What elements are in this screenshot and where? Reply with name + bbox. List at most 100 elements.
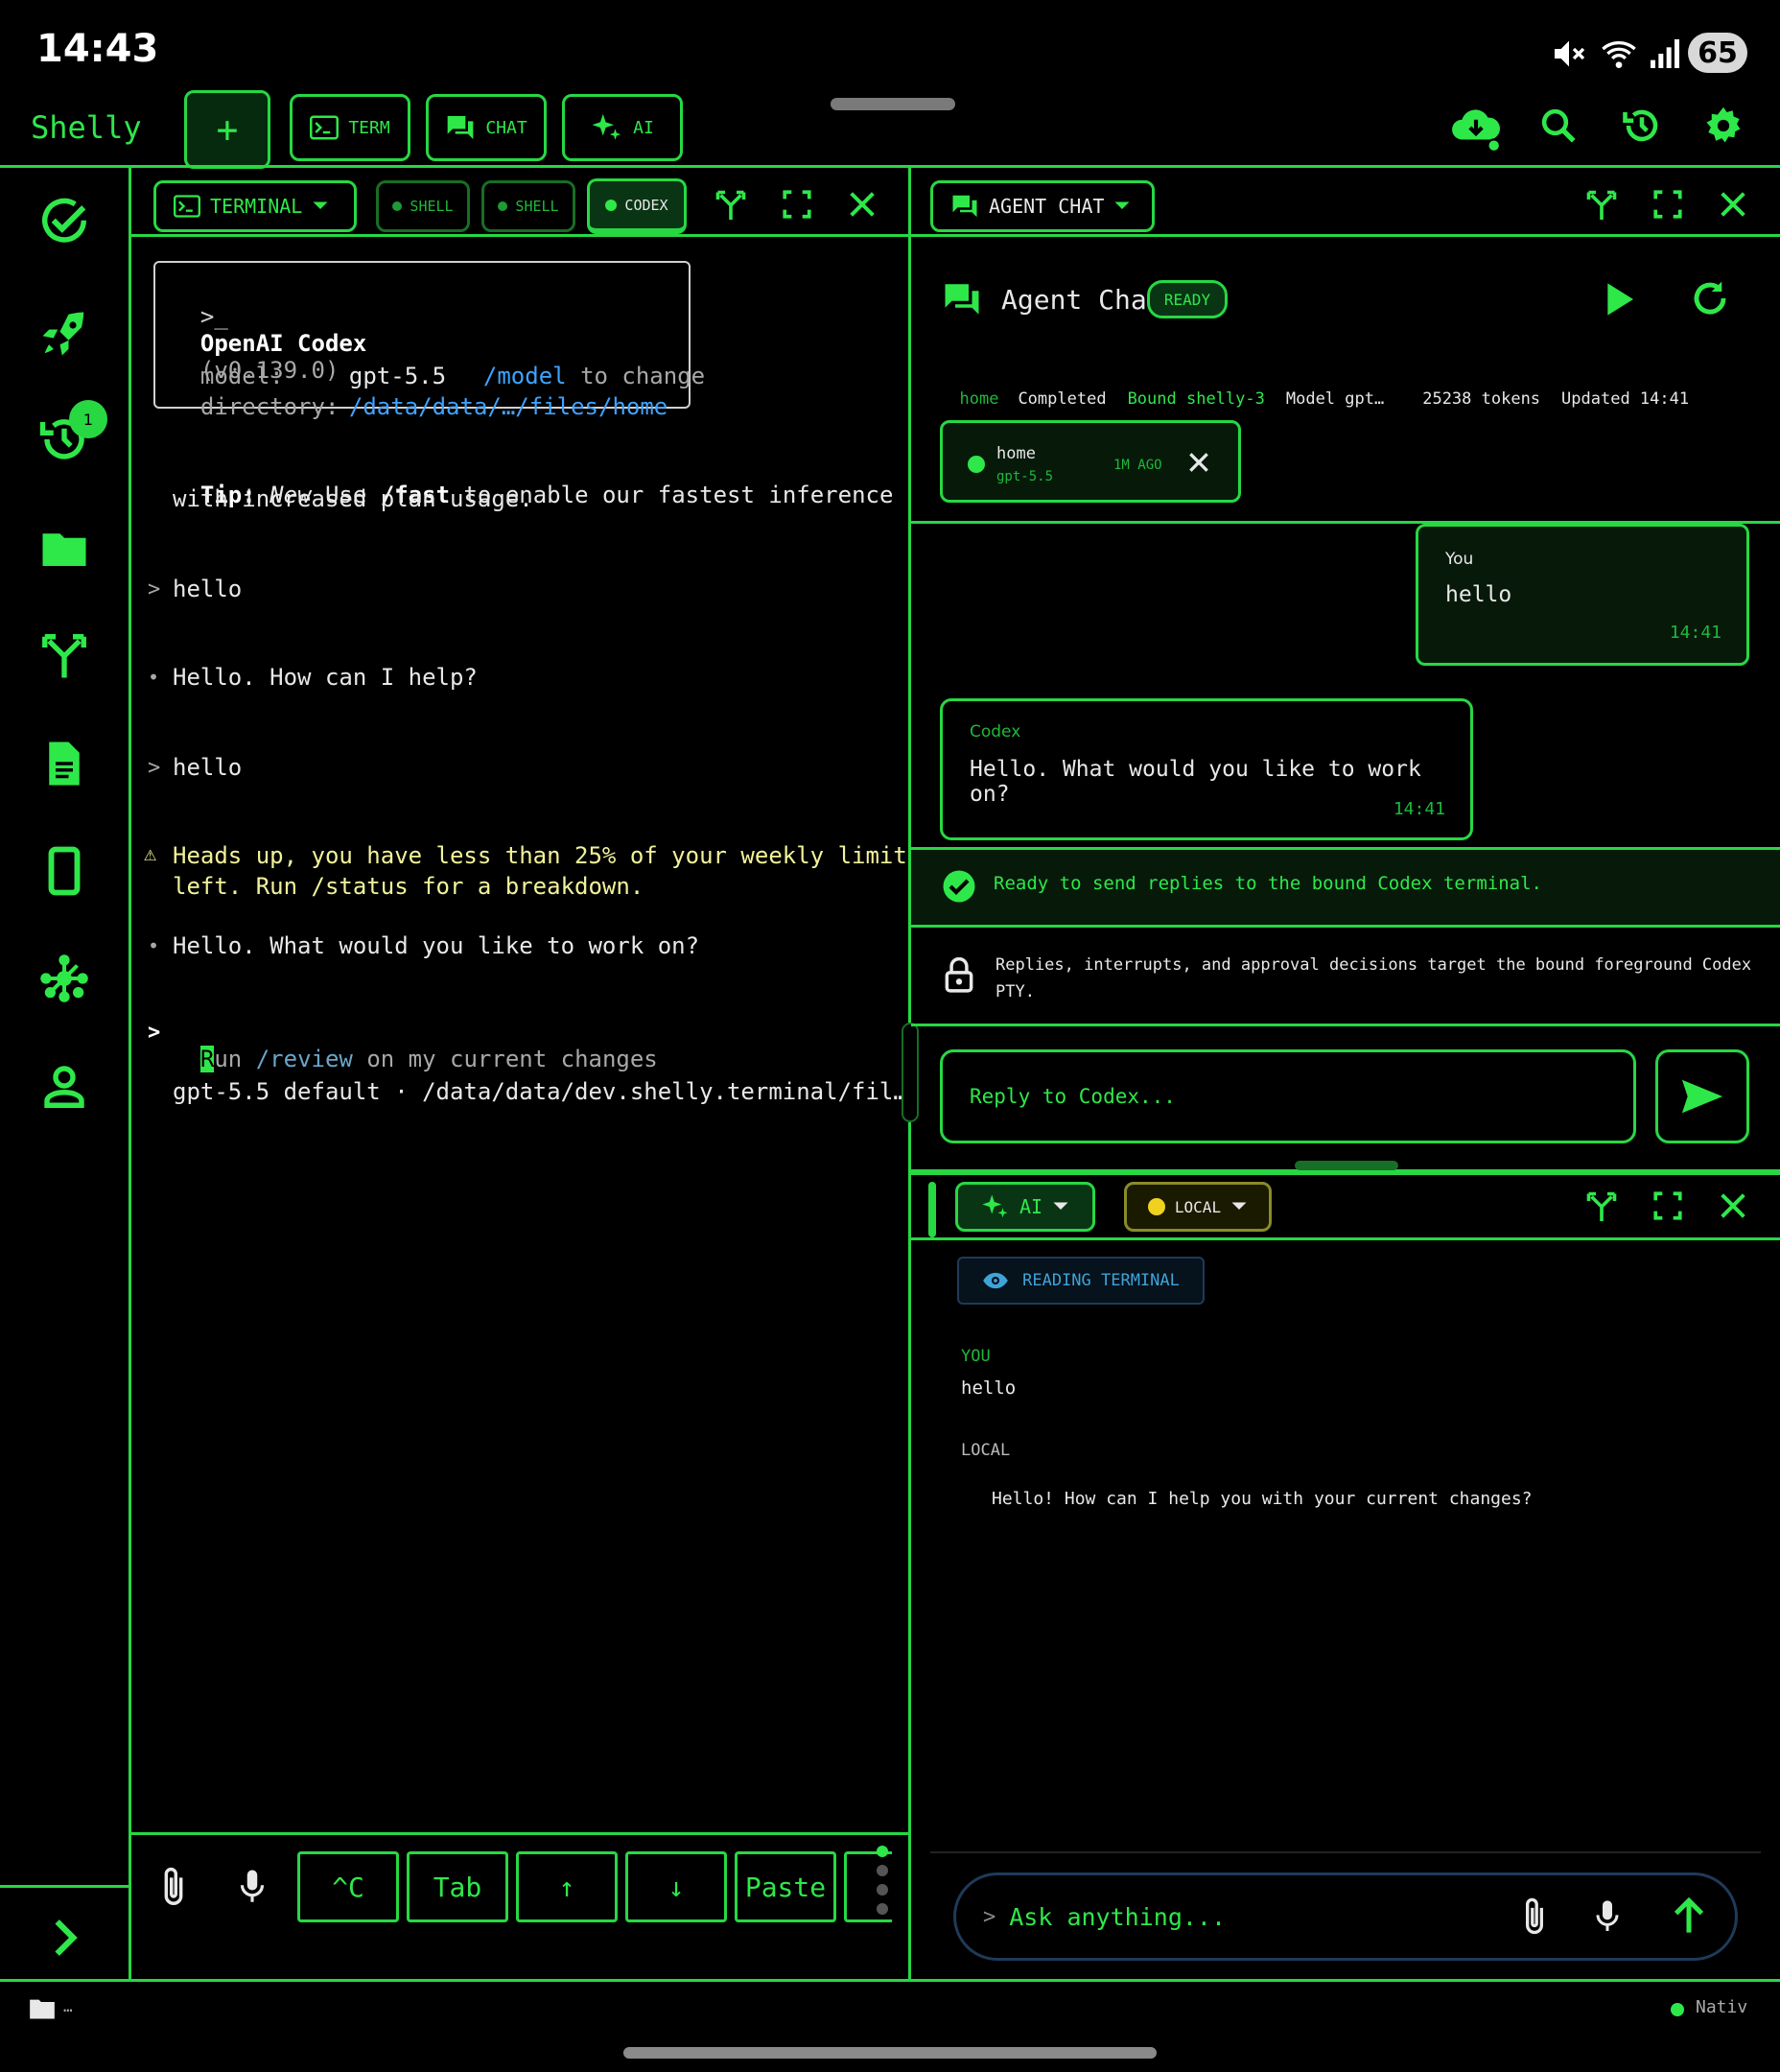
tab-status-dot bbox=[498, 201, 508, 211]
ai-selector[interactable]: AI bbox=[955, 1182, 1095, 1232]
codex-status-footer: gpt-5.5 default · /data/data/dev.shelly.… bbox=[173, 1078, 907, 1105]
new-session-button[interactable]: + bbox=[184, 90, 270, 169]
key-paste[interactable]: Paste bbox=[735, 1851, 836, 1922]
sidebar-item-tasks[interactable] bbox=[38, 197, 90, 248]
tab-shell-2[interactable]: SHELL bbox=[481, 180, 575, 232]
cloud-download-icon[interactable] bbox=[1450, 104, 1502, 152]
microphone-icon[interactable] bbox=[1592, 1897, 1623, 1936]
warning-icon: ⚠ bbox=[144, 842, 157, 866]
sidebar-item-profile[interactable] bbox=[38, 1060, 90, 1112]
ready-badge: READY bbox=[1147, 280, 1228, 318]
prompt-marker: > bbox=[148, 756, 161, 780]
status-time: 14:43 bbox=[36, 27, 159, 71]
reading-terminal-badge: READING TERMINAL bbox=[957, 1257, 1205, 1305]
split-icon[interactable] bbox=[1584, 188, 1619, 223]
key-tab[interactable]: Tab bbox=[407, 1851, 508, 1922]
session-model: gpt-5.5 bbox=[996, 469, 1054, 484]
meta-bound: Bound shelly-3 bbox=[1127, 389, 1265, 409]
meta-home[interactable]: home bbox=[959, 389, 998, 409]
gear-icon[interactable] bbox=[1703, 106, 1744, 146]
home-indicator[interactable] bbox=[623, 2047, 1157, 2059]
tab-status-dot bbox=[605, 199, 618, 211]
close-icon[interactable] bbox=[1717, 188, 1749, 221]
fullscreen-icon[interactable] bbox=[781, 188, 813, 221]
notification-count: 1 bbox=[82, 410, 94, 429]
key-ctrl-c[interactable]: ^C bbox=[297, 1851, 399, 1922]
search-icon[interactable] bbox=[1538, 106, 1579, 146]
folder-icon[interactable] bbox=[29, 1997, 56, 2020]
refresh-icon[interactable] bbox=[1690, 278, 1730, 318]
input-prompt-marker: > bbox=[148, 1021, 161, 1045]
session-name: home bbox=[996, 444, 1036, 463]
ask-divider bbox=[930, 1851, 1761, 1853]
terminal-icon bbox=[174, 195, 200, 218]
ai-selector-label: AI bbox=[1019, 1195, 1043, 1218]
close-icon[interactable] bbox=[846, 188, 878, 221]
message-codex: Codex Hello. What would you like to work… bbox=[940, 698, 1473, 840]
chat-label: CHAT bbox=[485, 117, 527, 138]
tab-shell-2-label: SHELL bbox=[515, 198, 559, 215]
fullscreen-icon[interactable] bbox=[1651, 1189, 1684, 1222]
reply-placeholder: Reply to Codex... bbox=[970, 1085, 1176, 1108]
ready-badge-label: READY bbox=[1163, 290, 1211, 309]
terminal-selector-label: TERMINAL bbox=[210, 195, 303, 218]
codex-directory-line: directory: /data/data/…/files/home bbox=[173, 366, 668, 420]
message-time: 14:41 bbox=[1393, 799, 1445, 819]
attach-icon[interactable] bbox=[1519, 1895, 1550, 1938]
codex-input-line[interactable]: Run /review on my current changes bbox=[173, 1019, 658, 1072]
split-icon[interactable] bbox=[1584, 1189, 1619, 1224]
sidebar-item-launch[interactable] bbox=[38, 308, 90, 360]
close-icon[interactable] bbox=[1717, 1189, 1749, 1222]
key-arrow-up[interactable]: ↑ bbox=[516, 1851, 618, 1922]
ask-prompt: > bbox=[983, 1904, 996, 1929]
terminal-keybar bbox=[131, 1832, 908, 1835]
ai-panel-drag-handle[interactable] bbox=[1295, 1161, 1398, 1170]
reply-input[interactable]: Reply to Codex... bbox=[940, 1049, 1636, 1143]
sidebar: 1 bbox=[0, 168, 131, 1979]
microphone-icon[interactable] bbox=[236, 1867, 269, 1907]
sidebar-item-network[interactable] bbox=[38, 953, 90, 1004]
wifi-icon bbox=[1598, 35, 1640, 73]
sparkle-icon bbox=[591, 111, 623, 144]
tip-line-2: with increased plan usage. bbox=[173, 485, 533, 512]
send-button[interactable] bbox=[1655, 1049, 1749, 1143]
tab-codex[interactable]: CODEX bbox=[587, 178, 687, 234]
ai-local-label: LOCAL bbox=[961, 1441, 1011, 1460]
fullscreen-icon[interactable] bbox=[1651, 188, 1684, 221]
transcript-user-2: hello bbox=[173, 754, 243, 781]
chevron-down-icon bbox=[1052, 1201, 1069, 1213]
sidebar-item-branches[interactable] bbox=[38, 630, 90, 682]
sidebar-item-device[interactable] bbox=[38, 845, 90, 897]
message-sender: Codex bbox=[970, 722, 1021, 742]
chat-button[interactable]: CHAT bbox=[426, 94, 547, 161]
tab-shell-1[interactable]: SHELL bbox=[376, 180, 470, 232]
meta-updated: Updated 14:41 bbox=[1561, 389, 1690, 409]
close-icon[interactable] bbox=[1186, 450, 1211, 475]
eye-icon bbox=[982, 1271, 1009, 1290]
sidebar-item-files[interactable] bbox=[38, 523, 90, 575]
sidebar-expand-icon[interactable] bbox=[46, 1914, 84, 1962]
bullet-marker: • bbox=[148, 934, 160, 957]
message-sender: You bbox=[1445, 550, 1474, 569]
codex-prompt: >_ bbox=[199, 303, 228, 330]
message-text: hello bbox=[1445, 582, 1512, 607]
send-icon bbox=[1680, 1077, 1724, 1116]
sidebar-item-document[interactable] bbox=[38, 738, 90, 789]
ai-button[interactable]: AI bbox=[562, 94, 683, 161]
terminal-selector[interactable]: TERMINAL bbox=[153, 180, 357, 232]
key-arrow-down[interactable]: ↓ bbox=[625, 1851, 727, 1922]
agent-chat-selector[interactable]: AGENT CHAT bbox=[930, 180, 1155, 232]
local-mode-selector[interactable]: LOCAL bbox=[1124, 1182, 1272, 1232]
history-icon[interactable] bbox=[1621, 106, 1663, 146]
agent-chat-pane bbox=[911, 168, 1780, 1175]
split-icon[interactable] bbox=[714, 188, 748, 223]
ai-panel-accent bbox=[928, 1182, 936, 1237]
submit-arrow-icon[interactable] bbox=[1673, 1897, 1705, 1936]
drag-handle[interactable] bbox=[831, 98, 955, 110]
term-button[interactable]: TERM bbox=[290, 94, 410, 161]
new-session-label: + bbox=[216, 108, 239, 151]
play-icon[interactable] bbox=[1602, 280, 1636, 318]
session-chip[interactable]: home gpt-5.5 1M AGO bbox=[940, 420, 1241, 503]
term-label: TERM bbox=[348, 117, 390, 138]
attach-icon[interactable] bbox=[157, 1865, 190, 1909]
